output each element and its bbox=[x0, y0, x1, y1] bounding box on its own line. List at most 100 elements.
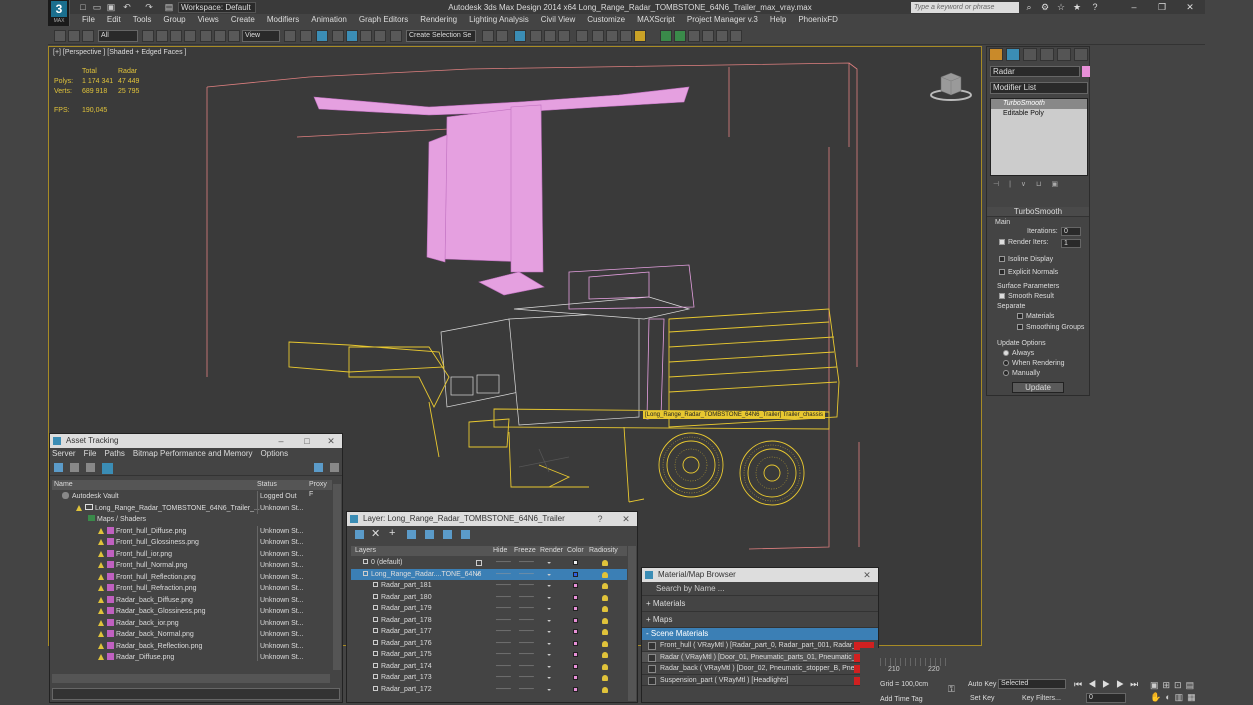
object-row[interactable]: Radar_part_176 ─── ─── ◒ bbox=[351, 638, 627, 650]
radiosity-icon[interactable] bbox=[602, 617, 608, 624]
keyboard-shortcut-icon[interactable] bbox=[316, 30, 328, 42]
asset-row[interactable]: Front_hull_Reflection.png Unknown St... bbox=[52, 571, 332, 583]
help-icon[interactable]: ? bbox=[1088, 1, 1102, 13]
rotate-icon[interactable] bbox=[214, 30, 226, 42]
radiosity-icon[interactable] bbox=[602, 594, 608, 601]
render-setup-icon[interactable] bbox=[592, 30, 604, 42]
explicit-normals-checkbox[interactable]: Explicit Normals bbox=[999, 269, 1058, 276]
material-editor-icon[interactable] bbox=[576, 30, 588, 42]
layer-color-swatch[interactable] bbox=[573, 583, 578, 588]
minimize-icon[interactable]: – bbox=[274, 434, 288, 448]
radiosity-icon[interactable] bbox=[602, 652, 608, 658]
schematic-icon[interactable] bbox=[558, 30, 570, 42]
render-teapot-icon[interactable]: ◒ bbox=[547, 580, 551, 592]
hide-toggle[interactable]: ─── bbox=[496, 557, 511, 569]
col-name[interactable]: Name bbox=[54, 480, 73, 490]
scale-icon[interactable] bbox=[228, 30, 240, 42]
vray-icon-3[interactable] bbox=[688, 30, 700, 42]
material-item[interactable]: Radar_back ( VRayMtl ) [Door_02, Pneumat… bbox=[642, 663, 878, 675]
layer-color-swatch[interactable] bbox=[573, 560, 578, 565]
menu-group[interactable]: Group bbox=[163, 14, 185, 26]
group-scene-materials[interactable]: - Scene Materials bbox=[642, 628, 878, 640]
render-iters-spinner[interactable]: 1 bbox=[1061, 239, 1081, 248]
menu-lighting-analysis[interactable]: Lighting Analysis bbox=[469, 14, 529, 26]
render-teapot-icon[interactable]: ◒ bbox=[547, 557, 551, 569]
create-tab-icon[interactable] bbox=[989, 48, 1003, 61]
material-search-input[interactable]: Search by Name ... bbox=[642, 582, 878, 596]
playback-controls[interactable]: ⏮◀▶▶⏭ bbox=[1074, 679, 1144, 690]
render-teapot-icon[interactable]: ◒ bbox=[547, 626, 551, 638]
object-row[interactable]: Radar_part_179 ─── ─── ◒ bbox=[351, 603, 627, 615]
hide-toggle[interactable]: ─── bbox=[496, 592, 511, 604]
radiosity-icon[interactable] bbox=[602, 663, 608, 670]
menu-modifiers[interactable]: Modifiers bbox=[267, 14, 299, 26]
hide-toggle[interactable]: ─── bbox=[496, 661, 511, 673]
key-icon[interactable]: ⚿ bbox=[948, 684, 955, 695]
freeze-toggle[interactable]: ─── bbox=[519, 638, 534, 650]
always-radio[interactable]: Always bbox=[1003, 350, 1034, 357]
asset-row[interactable]: Front_hull_Diffuse.png Unknown St... bbox=[52, 525, 332, 537]
radiosity-icon[interactable] bbox=[602, 583, 608, 589]
col-render[interactable]: Render bbox=[540, 546, 563, 556]
restore-icon[interactable]: ❐ bbox=[1155, 1, 1169, 13]
freeze-toggle[interactable]: ─── bbox=[519, 661, 534, 673]
menu-edit[interactable]: Edit bbox=[107, 14, 121, 26]
hide-toggle[interactable]: ─── bbox=[496, 603, 511, 615]
add-time-tag[interactable]: Add Time Tag bbox=[880, 696, 923, 703]
object-row[interactable]: Radar_part_174 ─── ─── ◒ bbox=[351, 661, 627, 673]
workspace-dropdown[interactable]: Workspace: Default bbox=[178, 2, 256, 13]
render-teapot-icon[interactable]: ◒ bbox=[547, 684, 551, 696]
layer-color-swatch[interactable] bbox=[573, 652, 578, 657]
asset-row[interactable]: Radar_back_ior.png Unknown St... bbox=[52, 617, 332, 629]
asset-row[interactable]: Radar_back_Diffuse.png Unknown St... bbox=[52, 594, 332, 606]
menu-rendering[interactable]: Rendering bbox=[420, 14, 457, 26]
freeze-toggle[interactable]: ─── bbox=[519, 615, 534, 627]
layer-row[interactable]: Long_Range_Radar....TONE_64N6 ✓ ─── ─── … bbox=[351, 568, 627, 581]
current-layer-check-icon[interactable]: ✓ bbox=[476, 569, 482, 581]
selection-filter-dropdown[interactable]: All bbox=[98, 30, 138, 42]
freeze-toggle[interactable]: ─── bbox=[519, 592, 534, 604]
layer-titlebar[interactable]: Layer: Long_Range_Radar_TOMBSTONE_64N6_T… bbox=[347, 512, 637, 526]
close-icon[interactable]: ✕ bbox=[860, 568, 874, 582]
window-crossing-icon[interactable] bbox=[184, 30, 196, 42]
at-menu-bitmap[interactable]: Bitmap Performance and Memory bbox=[133, 449, 253, 458]
material-item[interactable]: Front_hull ( VRayMtl ) [Radar_part_0, Ra… bbox=[642, 640, 878, 652]
menu-customize[interactable]: Customize bbox=[587, 14, 625, 26]
edit-named-sel-icon[interactable] bbox=[390, 30, 402, 42]
isoline-checkbox[interactable]: Isoline Display bbox=[999, 256, 1053, 263]
layer-color-swatch[interactable] bbox=[573, 640, 578, 646]
layer-manager-icon[interactable] bbox=[514, 30, 526, 42]
current-frame-field[interactable]: 0 bbox=[1086, 693, 1126, 703]
stack-item-editable-poly[interactable]: Editable Poly bbox=[991, 109, 1087, 119]
asset-row[interactable]: Radar_back_Glossiness.png Unknown St... bbox=[52, 606, 332, 618]
menu-project-manager[interactable]: Project Manager v.3 bbox=[687, 14, 758, 26]
at-menu-file[interactable]: File bbox=[84, 449, 97, 458]
open-icon[interactable]: ▭ bbox=[92, 2, 102, 12]
favorites-icon[interactable]: ★ bbox=[1070, 1, 1084, 13]
hide-toggle[interactable]: ─── bbox=[496, 649, 511, 661]
named-selection-dropdown[interactable]: Create Selection Se bbox=[406, 30, 476, 42]
layer-color-swatch[interactable] bbox=[573, 675, 578, 680]
materials-checkbox[interactable]: Materials bbox=[1017, 313, 1054, 320]
asset-row[interactable]: Front_hull_ior.png Unknown St... bbox=[52, 548, 332, 560]
menu-graph-editors[interactable]: Graph Editors bbox=[359, 14, 408, 26]
grid-view-icon[interactable] bbox=[102, 463, 113, 474]
asset-row[interactable]: Maps / Shaders bbox=[52, 514, 332, 526]
align-icon[interactable] bbox=[496, 30, 508, 42]
move-icon[interactable] bbox=[200, 30, 212, 42]
app-logo[interactable]: 3 MAX bbox=[48, 0, 70, 26]
object-color-swatch[interactable] bbox=[1082, 66, 1090, 77]
menu-animation[interactable]: Animation bbox=[311, 14, 347, 26]
select-objects-icon[interactable] bbox=[407, 530, 416, 539]
spinner-snap-icon[interactable] bbox=[374, 30, 386, 42]
asset-hscrollbar[interactable] bbox=[52, 674, 330, 683]
asset-vscrollbar[interactable] bbox=[333, 484, 341, 670]
modifier-list-dropdown[interactable]: Modifier List bbox=[990, 82, 1088, 94]
help-icon[interactable]: ? bbox=[593, 512, 607, 526]
asset-path-field[interactable] bbox=[52, 688, 340, 700]
layers-icon[interactable] bbox=[355, 530, 364, 539]
object-row[interactable]: Radar_part_178 ─── ─── ◒ bbox=[351, 615, 627, 627]
timeline-ruler[interactable] bbox=[880, 658, 950, 666]
search-input[interactable]: Type a keyword or phrase bbox=[911, 2, 1019, 13]
close-icon[interactable]: ✕ bbox=[324, 434, 338, 448]
